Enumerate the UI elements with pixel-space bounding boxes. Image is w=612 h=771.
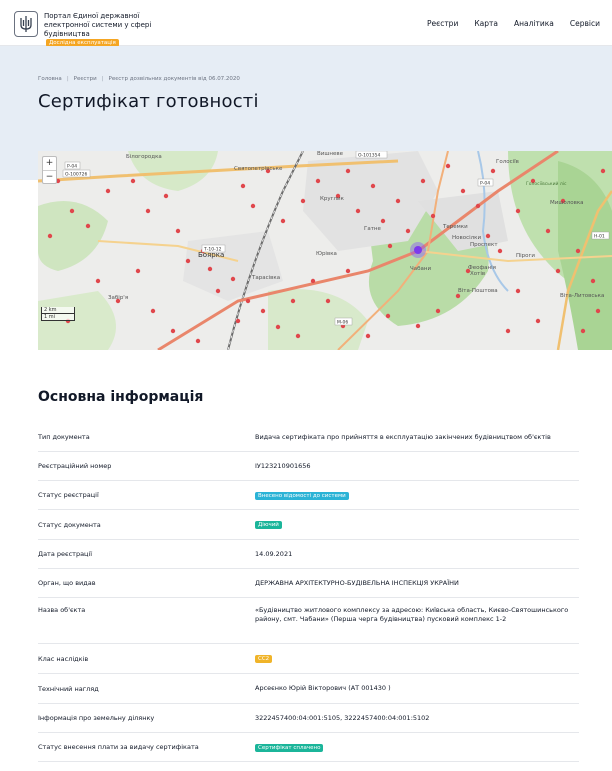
field-value: «Будівництво житлового комплексу за адре… [255, 606, 569, 623]
top-header: Портал Єдиної державної електронної сист… [0, 0, 612, 48]
field-label: Статус внесення плати за видачу сертифік… [38, 743, 199, 751]
map-label: Чабани [410, 266, 431, 272]
breadcrumb-separator: | [101, 76, 104, 82]
map-label: Круглик [320, 196, 345, 202]
table-row: Дата реєстрації 14.09.2021 [38, 540, 579, 569]
map-label: Віта-Поштова [458, 288, 498, 294]
breadcrumb-current[interactable]: Реєстр дозвільних документів від 06.07.2… [109, 76, 240, 82]
scale-km: 2 km [41, 307, 75, 314]
main-nav: Реєстри Карта Аналітика Сервіси [427, 19, 600, 28]
map-label: Новосілки [452, 235, 481, 241]
map-label: Вишневе [317, 151, 344, 157]
nav-registries[interactable]: Реєстри [427, 19, 458, 28]
breadcrumb-home[interactable]: Головна [38, 76, 62, 82]
info-table: Тип документа Видача сертифіката про при… [38, 423, 579, 762]
table-row: Реєстраційний номер IУ123210901656 [38, 452, 579, 481]
class-badge: СС2 [255, 655, 273, 663]
map-label: Тарасівка [251, 275, 280, 281]
breadcrumb-registries[interactable]: Реєстри [74, 76, 97, 82]
map-scale: 2 km 1 mi [41, 307, 75, 321]
nav-services[interactable]: Сервіси [570, 19, 600, 28]
map-label: Феофанія [468, 265, 496, 271]
field-value: Видача сертифіката про прийняття в експл… [255, 432, 551, 441]
map-label: Голосіїв [496, 159, 519, 165]
page-title: Сертифікат готовності [38, 91, 259, 112]
field-value: Арсеєнко Юрій Вікторович (АТ 001430 ) [255, 684, 391, 693]
location-map[interactable]: Вишневе Голосіїв Теремки Новосілки Просп… [38, 151, 612, 350]
field-label: Технічний нагляд [38, 684, 99, 693]
map-label: Теремки [442, 224, 468, 230]
scale-mi: 1 mi [41, 314, 75, 321]
map-label: Віта-Литовська [560, 293, 604, 299]
road-label: Р-04 [67, 164, 77, 170]
map-zoom-control: + − [42, 156, 57, 184]
road-label: М-06 [337, 320, 348, 326]
road-label: Т-10-12 [203, 247, 222, 253]
map-label: Піроги [516, 253, 535, 259]
breadcrumb: Головна | Реєстри | Реєстр дозвільних до… [38, 76, 240, 82]
road-label: H-01 [594, 234, 605, 240]
field-value: 14.09.2021 [255, 549, 293, 558]
section-title: Основна інформація [38, 389, 204, 405]
status-badge: Внесено відомості до системи [255, 491, 349, 500]
trident-icon [20, 16, 32, 32]
map-label: Святопетрівське [234, 166, 283, 172]
field-label: Реєстраційний номер [38, 462, 112, 470]
field-label: Орган, що видав [38, 579, 96, 587]
field-label: Інформація про земельну ділянку [38, 714, 155, 722]
road-label: Р-04 [480, 181, 490, 187]
map-label: Забір'я [108, 295, 128, 301]
road-label: О-101354 [358, 153, 380, 159]
map-label: Мишоловка [550, 200, 584, 206]
map-label: Гатне [364, 226, 382, 232]
table-row: Назва об'єкта «Будівництво житлового ком… [38, 598, 579, 644]
map-label: Проспект [470, 242, 498, 248]
map-label: Юрівка [316, 251, 337, 257]
table-row: Статус документа Діючий [38, 510, 579, 540]
map-canvas[interactable]: Вишневе Голосіїв Теремки Новосілки Просп… [38, 151, 612, 350]
field-label: Клас наслідків [38, 654, 89, 663]
field-value: IУ123210901656 [255, 461, 311, 470]
zoom-out-button[interactable]: − [43, 170, 56, 183]
field-label: Назва об'єкта [38, 606, 86, 614]
table-row: Статус внесення плати за видачу сертифік… [38, 733, 579, 762]
portal-brand[interactable]: Портал Єдиної державної електронної сист… [44, 12, 164, 48]
table-row: Статус реєстрації Внесено відомості до с… [38, 481, 579, 510]
table-row: Клас наслідків СС2 [38, 644, 579, 674]
field-label: Статус документа [38, 520, 101, 529]
nav-analytics[interactable]: Аналітика [514, 19, 554, 28]
nav-map[interactable]: Карта [474, 19, 498, 28]
map-label: Білогородка [126, 154, 162, 160]
field-value: ДЕРЖАВНА АРХІТЕКТУРНО-БУДІВЕЛЬНА ІНСПЕКЦ… [255, 578, 459, 587]
field-label: Тип документа [38, 433, 90, 441]
zoom-in-button[interactable]: + [43, 157, 56, 170]
breadcrumb-separator: | [66, 76, 69, 82]
table-row: Тип документа Видача сертифіката про при… [38, 423, 579, 452]
table-row: Інформація про земельну ділянку 32224574… [38, 704, 579, 733]
table-row: Орган, що видав ДЕРЖАВНА АРХІТЕКТУРНО-БУ… [38, 569, 579, 598]
payment-badge: Сертифікат сплачено [255, 743, 324, 752]
road-label: О-100726 [65, 172, 87, 178]
map-label: Голосіївський ліс [526, 180, 567, 187]
status-badge: Діючий [255, 521, 282, 529]
field-label: Дата реєстрації [38, 550, 93, 558]
brand-line: електронної системи у сфері [44, 21, 152, 29]
field-label: Статус реєстрації [38, 491, 99, 499]
coat-of-arms-logo[interactable] [14, 11, 38, 37]
field-value: 3222457400:04:001:5105, 3222457400:04:00… [255, 713, 430, 722]
brand-line: Портал Єдиної державної [44, 12, 140, 20]
table-row: Технічний нагляд Арсеєнко Юрій Вікторови… [38, 674, 579, 704]
brand-line: будівництва [44, 30, 90, 38]
map-label: Хотів [470, 271, 485, 277]
